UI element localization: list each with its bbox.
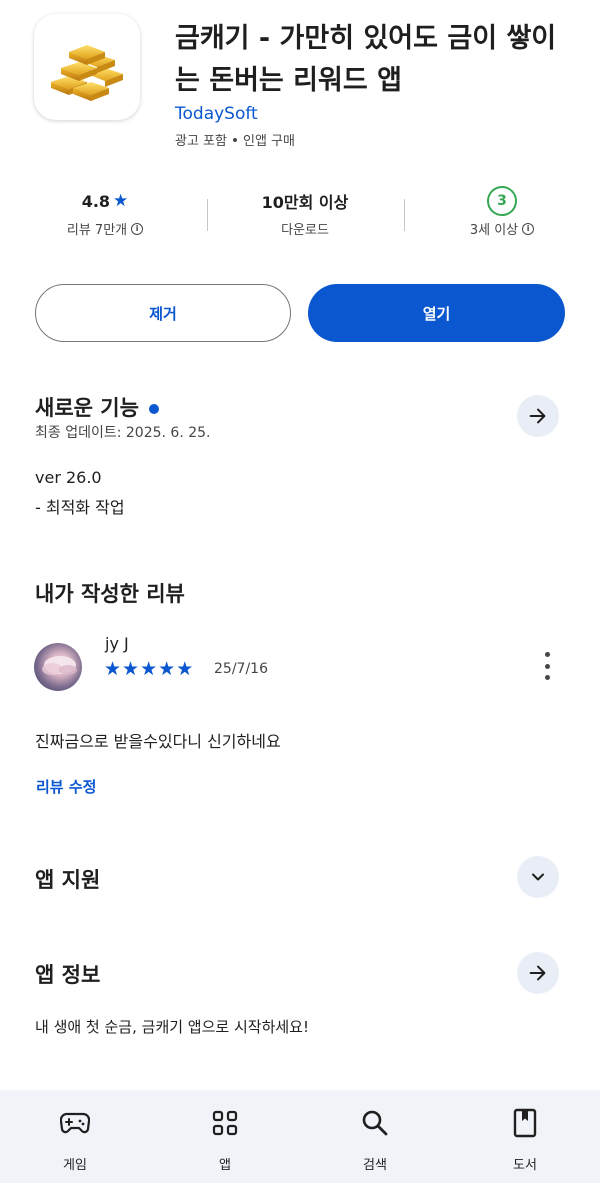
star-icon: ★ [158, 658, 176, 680]
uninstall-button[interactable]: 제거 [35, 284, 291, 342]
chevron-down-icon [532, 873, 544, 881]
review-stars: ★ ★ ★ ★ ★ [104, 658, 193, 680]
nav-item-books[interactable]: 도서 [450, 1090, 600, 1183]
app-header: 금캐기 - 가만히 있어도 금이 쌓이는 돈버는 리워드 앱 TodaySoft… [34, 14, 574, 154]
developer-link[interactable]: TodaySoft [175, 104, 258, 124]
nav-label-games: 게임 [63, 1158, 87, 1173]
star-icon: ★ [140, 658, 158, 680]
divider [404, 199, 405, 231]
review-date: 25/7/16 [214, 661, 268, 677]
open-button[interactable]: 열기 [308, 284, 565, 342]
whats-new-arrow-button[interactable] [517, 395, 559, 437]
reviewer-name: jy J [105, 634, 129, 653]
update-note: - 최적화 작업 [35, 498, 125, 517]
review-count: 리뷰 7만개 [66, 223, 128, 238]
star-icon: ★ [113, 191, 129, 211]
separator-dot [232, 137, 237, 142]
downloads-stat: 10만회 이상 다운로드 [210, 186, 400, 238]
rating-value: 4.8 [81, 191, 111, 211]
age-rating-label: 3세 이상 [469, 223, 519, 238]
gold-bars-icon [34, 14, 140, 120]
search-icon [361, 1108, 389, 1138]
app-meta: 광고 포함 인앱 구매 [175, 130, 295, 149]
gamepad-icon [60, 1108, 90, 1138]
ads-label: 광고 포함 [175, 134, 227, 149]
book-icon [513, 1108, 537, 1138]
arrow-right-icon [529, 408, 546, 424]
version-text: ver 26.0 [35, 468, 102, 487]
last-updated: 최종 업데이트: 2025. 6. 25. [35, 425, 211, 441]
downloads-label: 다운로드 [281, 223, 329, 238]
downloads-value: 10만회 이상 [261, 193, 349, 212]
nav-label-books: 도서 [513, 1158, 537, 1173]
bottom-navigation: 게임 앱 검색 도서 [0, 1090, 600, 1183]
new-indicator-dot [148, 404, 159, 414]
app-info-arrow-button[interactable] [517, 952, 559, 994]
app-description: 내 생애 첫 순금, 금캐기 앱으로 시작하세요! [35, 1018, 309, 1036]
arrow-right-icon [529, 965, 546, 981]
whats-new-title: 새로운 기능 [35, 396, 139, 420]
nav-item-search[interactable]: 검색 [300, 1090, 450, 1183]
review-text: 진짜금으로 받을수있다니 신기하네요 [35, 732, 281, 751]
star-icon: ★ [122, 658, 140, 680]
stats-row: 4.8 ★ 리뷰 7만개 i 10만회 이상 다운로드 3 3세 이상 i [0, 186, 600, 246]
more-options-icon[interactable] [535, 652, 559, 680]
age-rating-stat[interactable]: 3 3세 이상 i [407, 186, 597, 238]
nav-item-apps[interactable]: 앱 [150, 1090, 300, 1183]
apps-grid-icon [212, 1108, 238, 1138]
rating-stat[interactable]: 4.8 ★ 리뷰 7만개 i [10, 186, 200, 238]
nav-item-games[interactable]: 게임 [0, 1090, 150, 1183]
iap-label: 인앱 구매 [242, 134, 295, 149]
info-icon: i [522, 222, 535, 235]
nav-label-apps: 앱 [219, 1158, 231, 1173]
app-support-expand-button[interactable] [517, 856, 559, 898]
avatar [34, 643, 82, 691]
edit-review-link[interactable]: 리뷰 수정 [36, 776, 96, 797]
whats-new-heading: 새로운 기능 [35, 392, 159, 422]
app-title: 금캐기 - 가만히 있어도 금이 쌓이는 돈버는 리워드 앱 [175, 23, 557, 96]
nav-label-search: 검색 [363, 1158, 387, 1173]
star-icon: ★ [176, 658, 194, 680]
my-review-title: 내가 작성한 리뷰 [35, 582, 185, 606]
app-info-title: 앱 정보 [35, 963, 101, 987]
info-icon: i [131, 222, 144, 235]
app-support-title: 앱 지원 [35, 868, 101, 892]
divider [207, 199, 208, 231]
age-rating-badge: 3 [487, 186, 517, 216]
star-icon: ★ [104, 658, 122, 680]
